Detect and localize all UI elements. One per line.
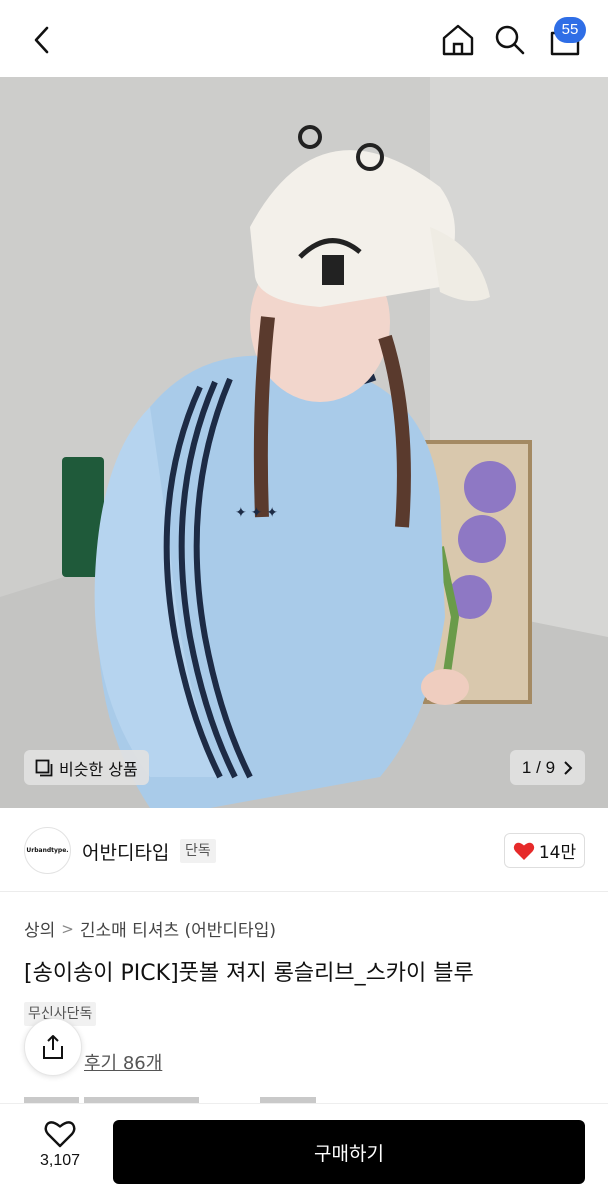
similar-products-button[interactable]: 비슷한 상품 <box>24 750 149 785</box>
back-button[interactable] <box>22 20 62 60</box>
svg-text:✦ ✦ ✦: ✦ ✦ ✦ <box>235 504 278 520</box>
brand-exclusive-tag: 단독 <box>180 839 216 863</box>
heart-outline-icon <box>44 1121 76 1148</box>
chevron-right-icon <box>564 760 573 775</box>
pager-total: 9 <box>545 757 556 777</box>
pager-current: 1 <box>521 757 532 777</box>
breadcrumb: 상의 > 긴소매 티셔츠 (어반디타입) <box>24 916 276 942</box>
chevron-left-icon <box>34 26 49 54</box>
share-button[interactable] <box>24 1018 82 1076</box>
brand-row: Urbandtype. 어반디타입 단독 14만 <box>0 808 608 892</box>
brand-name[interactable]: 어반디타입 <box>82 838 169 865</box>
pager-text: 1 / 9 <box>522 758 555 778</box>
product-image[interactable]: ✦ ✦ ✦ <box>0 77 608 808</box>
image-pager[interactable]: 1 / 9 <box>510 750 585 785</box>
similar-products-label: 비슷한 상품 <box>59 759 138 779</box>
pager-separator: / <box>536 757 541 777</box>
breadcrumb-category[interactable]: 상의 <box>24 916 55 941</box>
share-icon <box>43 1035 63 1059</box>
bottom-action-bar: 3,107 구매하기 <box>0 1103 608 1200</box>
wishlist-button[interactable]: 3,107 <box>24 1120 96 1182</box>
brand-logo-text: Urbandtype. <box>26 847 69 854</box>
home-icon <box>442 24 474 56</box>
buy-button[interactable]: 구매하기 <box>113 1120 585 1184</box>
chevron-right-icon: > <box>61 919 74 938</box>
search-button[interactable] <box>490 20 530 60</box>
copy-icon <box>35 759 53 776</box>
breadcrumb-subcategory[interactable]: 긴소매 티셔츠 (어반디타입) <box>80 916 276 941</box>
top-nav-bar: 55 <box>0 0 608 77</box>
heart-filled-icon <box>513 842 535 860</box>
search-icon <box>495 25 525 55</box>
wishlist-count: 3,107 <box>39 1152 81 1169</box>
brand-logo[interactable]: Urbandtype. <box>24 827 71 874</box>
home-button[interactable] <box>438 20 478 60</box>
product-title: [송이송이 PICK]풋볼 져지 롱슬리브_스카이 블루 <box>24 961 474 986</box>
brand-like-button[interactable]: 14만 <box>504 833 585 868</box>
reviews-link[interactable]: 후기 86개 <box>84 1049 162 1075</box>
brand-like-count: 14만 <box>538 843 577 863</box>
cart-count-badge: 55 <box>554 17 586 43</box>
